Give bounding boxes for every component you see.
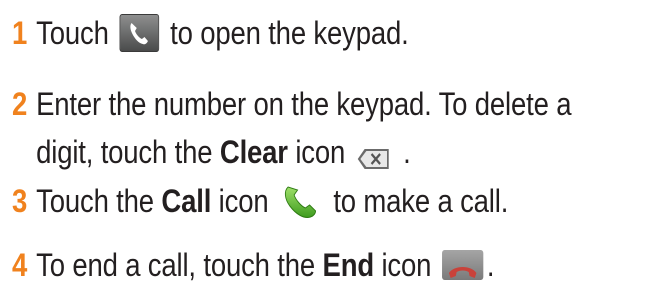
end-label: End bbox=[322, 247, 375, 283]
step-3-before: Touch the bbox=[36, 183, 154, 219]
step-2-before: digit, touch the bbox=[36, 134, 213, 170]
call-label: Call bbox=[161, 183, 212, 219]
step-number: 1 bbox=[12, 15, 28, 51]
step-2-mid: icon bbox=[295, 134, 346, 170]
step-number: 2 bbox=[12, 86, 28, 122]
step-text: Enter the number on the keypad. To delet… bbox=[36, 86, 572, 122]
phone-app-icon bbox=[119, 13, 160, 52]
step-number: 4 bbox=[12, 247, 28, 283]
step-4-mid: icon bbox=[381, 247, 432, 283]
step-1-after: to open the keypad. bbox=[170, 15, 409, 51]
step-text: Touch the Call icon to make a call. bbox=[36, 177, 508, 225]
step-text: To end a call, touch the End icon . bbox=[36, 241, 494, 289]
step-4-after: . bbox=[486, 247, 495, 283]
step-2-after: . bbox=[403, 134, 411, 170]
clear-label: Clear bbox=[219, 134, 288, 170]
step-3-mid: icon bbox=[218, 183, 269, 219]
step-1-before: Touch bbox=[36, 15, 109, 51]
step-number: 3 bbox=[12, 183, 28, 219]
call-icon bbox=[279, 181, 322, 221]
step-text: Touch to open the keypad. bbox=[36, 9, 409, 57]
clear-icon bbox=[356, 137, 393, 169]
step-3-after: to make a call. bbox=[333, 183, 509, 219]
step-text: digit, touch the Clear icon . bbox=[36, 128, 411, 176]
step-4-before: To end a call, touch the bbox=[36, 247, 316, 283]
end-call-icon bbox=[442, 249, 484, 280]
